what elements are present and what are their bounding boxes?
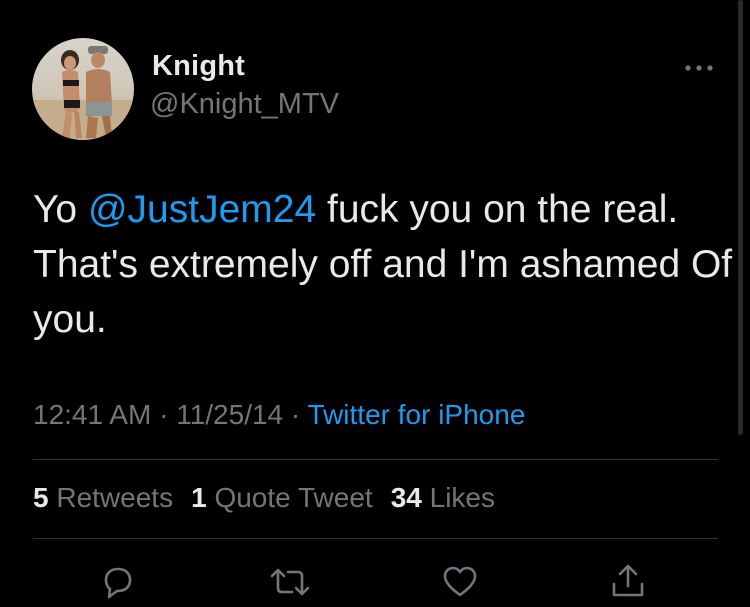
likes-label: Likes bbox=[429, 482, 496, 513]
retweets-label: Retweets bbox=[56, 482, 174, 513]
meta-separator: · bbox=[290, 399, 301, 430]
scrollbar[interactable] bbox=[738, 0, 743, 435]
avatar[interactable] bbox=[32, 38, 134, 140]
display-name[interactable]: Knight bbox=[152, 50, 245, 83]
meta-separator: · bbox=[159, 399, 169, 430]
share-button[interactable] bbox=[608, 562, 648, 602]
quote-tweets-count: 1 bbox=[191, 482, 207, 513]
likes-stat[interactable]: 34 Likes bbox=[391, 482, 495, 513]
tweet-text-prefix: Yo bbox=[33, 188, 88, 231]
more-horizontal-icon[interactable] bbox=[682, 56, 716, 80]
retweets-count: 5 bbox=[33, 482, 49, 513]
reply-icon bbox=[104, 567, 132, 599]
retweets-stat[interactable]: 5 Retweets bbox=[33, 482, 173, 513]
tweet-date[interactable]: 11/25/14 bbox=[176, 399, 283, 430]
heart-icon bbox=[443, 566, 477, 597]
reply-button[interactable] bbox=[98, 562, 138, 602]
tweet-source-link[interactable]: Twitter for iPhone bbox=[308, 399, 526, 430]
retweet-icon bbox=[270, 568, 310, 596]
quote-tweets-stat[interactable]: 1 Quote Tweet bbox=[191, 482, 373, 513]
tweet-time[interactable]: 12:41 AM bbox=[33, 399, 151, 430]
likes-count: 34 bbox=[390, 482, 422, 513]
tweet-metadata: 12:41 AM · 11/25/14 · Twitter for iPhone bbox=[33, 399, 525, 431]
engagement-stats: 5 Retweets 1 Quote Tweet 34 Likes bbox=[33, 482, 495, 514]
avatar-photo bbox=[32, 38, 134, 140]
divider bbox=[33, 538, 718, 539]
retweet-button[interactable] bbox=[268, 562, 310, 602]
user-handle[interactable]: @Knight_MTV bbox=[150, 88, 339, 121]
like-button[interactable] bbox=[440, 562, 480, 602]
divider bbox=[33, 459, 718, 460]
tweet-text: Yo @JustJem24 fuck you on the real. That… bbox=[33, 182, 733, 347]
mention-link[interactable]: @JustJem24 bbox=[88, 188, 316, 231]
share-icon bbox=[612, 564, 644, 597]
quote-tweets-label: Quote Tweet bbox=[214, 482, 373, 513]
